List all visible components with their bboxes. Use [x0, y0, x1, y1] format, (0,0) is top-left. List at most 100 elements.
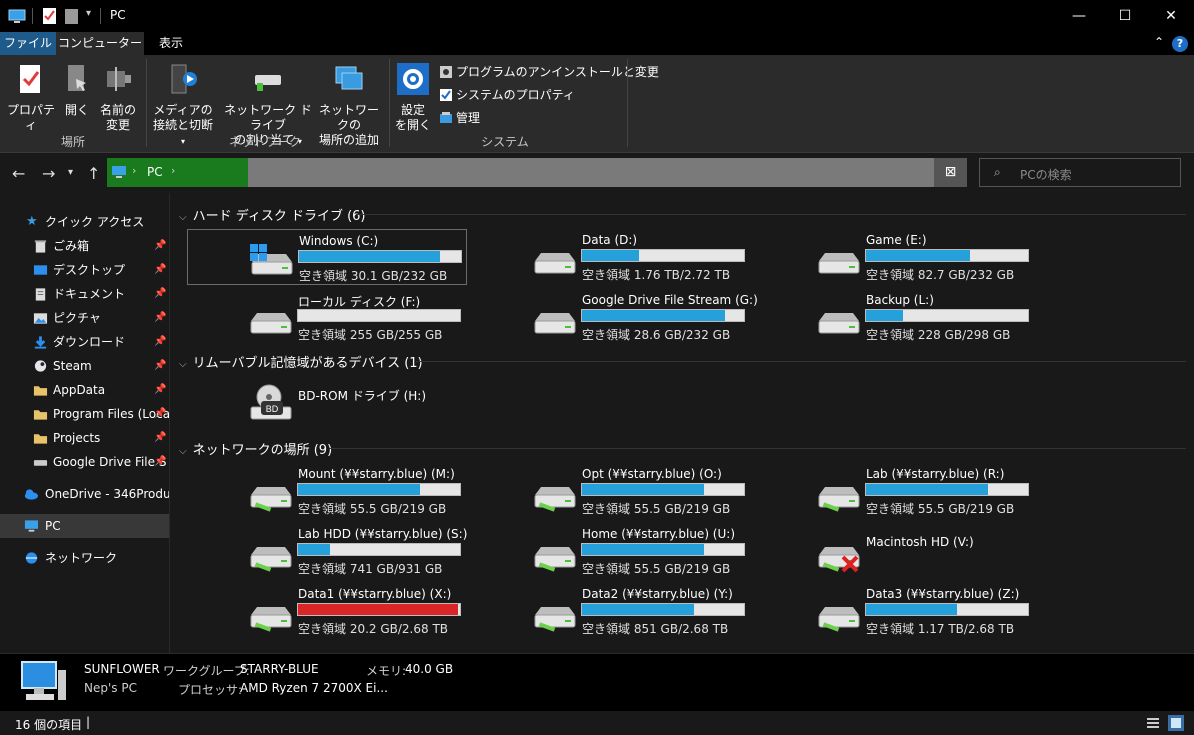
pin-icon[interactable]: 📌: [154, 330, 166, 354]
up-arrow-icon[interactable]: ↑: [87, 164, 100, 183]
computer-name: SUNFLOWER: [84, 662, 160, 676]
hdd-drive-icon: [534, 253, 576, 274]
sidebar-item[interactable]: ドキュメント 📌: [0, 282, 169, 306]
properties-button[interactable]: プロパティ: [6, 63, 56, 133]
details-view-icon[interactable]: [1146, 716, 1160, 730]
drive-item[interactable]: Home (¥¥starry.blue) (U:) 空き領域 55.5 GB/21…: [471, 523, 751, 579]
add-network-location-button[interactable]: ネットワークの 場所の追加: [316, 63, 382, 148]
pictures-icon: [33, 313, 48, 324]
pin-icon[interactable]: 📌: [154, 306, 166, 330]
rename-button[interactable]: 名前の 変更: [98, 63, 138, 133]
breadcrumb-pc[interactable]: PC: [147, 165, 163, 179]
help-icon[interactable]: ?: [1172, 36, 1188, 52]
group-header-network[interactable]: ⌵ ネットワークの場所 (9): [179, 439, 332, 458]
tab-view[interactable]: 表示: [144, 32, 198, 55]
tab-computer[interactable]: コンピューター: [56, 32, 144, 55]
chevron-down-icon: ⌵: [179, 212, 187, 223]
sidebar-item[interactable]: デスクトップ 📌: [0, 258, 169, 282]
pin-icon[interactable]: 📌: [154, 450, 166, 474]
sidebar-item[interactable]: ピクチャ 📌: [0, 306, 169, 330]
breadcrumb-separator-icon[interactable]: ›: [171, 164, 175, 177]
sidebar-item[interactable]: Google Drive File S 📌: [0, 450, 169, 474]
usage-fill: [298, 604, 459, 615]
ribbon-collapse-icon[interactable]: ⌃: [1154, 35, 1164, 49]
minimize-button[interactable]: —: [1056, 0, 1102, 32]
maximize-button[interactable]: ☐: [1102, 0, 1148, 32]
pin-icon[interactable]: 📌: [154, 234, 166, 258]
sidebar-item[interactable]: Program Files (Loca 📌: [0, 402, 169, 426]
close-button[interactable]: ✕: [1148, 0, 1194, 32]
drive-item[interactable]: Data (D:) 空き領域 1.76 TB/2.72 TB: [471, 229, 751, 285]
chevron-down-icon: ⌵: [179, 446, 187, 457]
pin-icon[interactable]: 📌: [154, 258, 166, 282]
drive-item[interactable]: Backup (L:) 空き領域 228 GB/298 GB: [755, 289, 1035, 345]
sidebar-item[interactable]: ごみ箱 📌: [0, 234, 169, 258]
open-settings-button[interactable]: 設定 を開く: [394, 63, 432, 133]
sidebar-item-network[interactable]: ネットワーク: [0, 546, 169, 570]
large-icons-view-icon[interactable]: [1168, 715, 1184, 731]
forward-arrow-icon[interactable]: →: [42, 164, 55, 183]
media-connect-button[interactable]: メディアの 接続と切断 ▾: [150, 63, 216, 149]
drive-item[interactable]: Windows (C:) 空き領域 30.1 GB/232 GB: [187, 229, 467, 285]
workgroup-label: ワークグループ:: [163, 664, 250, 678]
uninstall-programs-button[interactable]: プログラムのアンインストールと変更: [439, 62, 659, 82]
drive-item[interactable]: Opt (¥¥starry.blue) (O:) 空き領域 55.5 GB/219…: [471, 463, 751, 519]
bd-rom-drive-item[interactable]: BD BD-ROM ドライブ (H:): [187, 377, 467, 433]
drive-item[interactable]: Macintosh HD (V:): [755, 523, 1035, 579]
sidebar-item[interactable]: Steam 📌: [0, 354, 169, 378]
open-button[interactable]: 開く: [62, 63, 92, 118]
pin-icon[interactable]: 📌: [154, 354, 166, 378]
drive-item[interactable]: Data1 (¥¥starry.blue) (X:) 空き領域 20.2 GB/2…: [187, 583, 467, 639]
drive-item[interactable]: Game (E:) 空き領域 82.7 GB/232 GB: [755, 229, 1035, 285]
drive-item[interactable]: ローカル ディスク (F:) 空き領域 255 GB/255 GB: [187, 289, 467, 345]
back-arrow-icon[interactable]: ←: [12, 164, 25, 183]
group-header-removable[interactable]: ⌵ リムーバブル記憶域があるデバイス (1): [179, 352, 423, 371]
qat-dropdown-icon[interactable]: ▾: [86, 8, 91, 19]
drive-item[interactable]: Data3 (¥¥starry.blue) (Z:) 空き領域 1.17 TB/2…: [755, 583, 1035, 639]
pin-icon[interactable]: 📌: [154, 282, 166, 306]
sidebar-item-quick-access[interactable]: ★ クイック アクセス: [0, 210, 169, 234]
drive-free-space: 空き領域 82.7 GB/232 GB: [866, 268, 1015, 282]
new-folder-qat-icon[interactable]: [64, 7, 80, 25]
pin-icon[interactable]: 📌: [154, 402, 166, 426]
sidebar-item-pc[interactable]: PC: [0, 514, 169, 538]
drive-name: Data2 (¥¥starry.blue) (Y:): [582, 587, 733, 601]
pin-icon[interactable]: 📌: [154, 426, 166, 450]
usage-bar: [865, 309, 1029, 322]
drive-item[interactable]: Data2 (¥¥starry.blue) (Y:) 空き領域 851 GB/2.…: [471, 583, 751, 639]
properties-qat-icon[interactable]: [42, 7, 58, 25]
drive-name: Windows (C:): [299, 234, 379, 248]
group-title: ハード ディスク ドライブ (6): [192, 209, 366, 224]
manage-button[interactable]: 管理: [439, 108, 480, 128]
sidebar-item[interactable]: Projects 📌: [0, 426, 169, 450]
recent-locations-icon[interactable]: ▾: [68, 167, 73, 178]
group-header-hdd[interactable]: ⌵ ハード ディスク ドライブ (6): [179, 205, 366, 224]
usage-fill: [582, 310, 725, 321]
sidebar-item-onedrive[interactable]: OneDrive - 346Producti: [0, 482, 170, 506]
network-drive-icon: [250, 607, 292, 632]
address-bar[interactable]: › PC › ⊠: [107, 158, 967, 187]
usage-bar: [581, 483, 745, 496]
drive-item[interactable]: Google Drive File Stream (G:) 空き領域 28.6 G…: [471, 289, 758, 345]
system-properties-button[interactable]: システムのプロパティ: [439, 85, 575, 105]
sidebar-item[interactable]: ダウンロード 📌: [0, 330, 169, 354]
ribbon-separator: [389, 59, 390, 147]
media-label-2-text: 接続と切断: [152, 118, 213, 132]
search-input[interactable]: ⌕ PCの検索: [979, 158, 1181, 187]
hdd-drive-icon: [250, 313, 292, 334]
pc-icon[interactable]: [8, 7, 26, 25]
breadcrumb-separator-icon[interactable]: ›: [132, 164, 136, 177]
drive-item[interactable]: Mount (¥¥starry.blue) (M:) 空き領域 55.5 GB/2…: [187, 463, 467, 519]
usage-fill: [866, 604, 957, 615]
drive-item[interactable]: Lab HDD (¥¥starry.blue) (S:) 空き領域 741 GB/…: [187, 523, 467, 579]
sidebar-item[interactable]: AppData 📌: [0, 378, 169, 402]
settings-label-1: 設定: [400, 103, 425, 117]
sidebar-item-label: ダウンロード: [53, 335, 126, 349]
rename-label-2: 変更: [105, 118, 130, 132]
pin-icon[interactable]: 📌: [154, 378, 166, 402]
drive-item[interactable]: Lab (¥¥starry.blue) (R:) 空き領域 55.5 GB/219…: [755, 463, 1035, 519]
tab-file[interactable]: ファイル: [0, 32, 56, 55]
clear-address-icon[interactable]: ⊠: [934, 158, 967, 187]
sidebar-item-label: OneDrive - 346Producti: [45, 487, 170, 501]
network-location-icon: [335, 66, 363, 90]
